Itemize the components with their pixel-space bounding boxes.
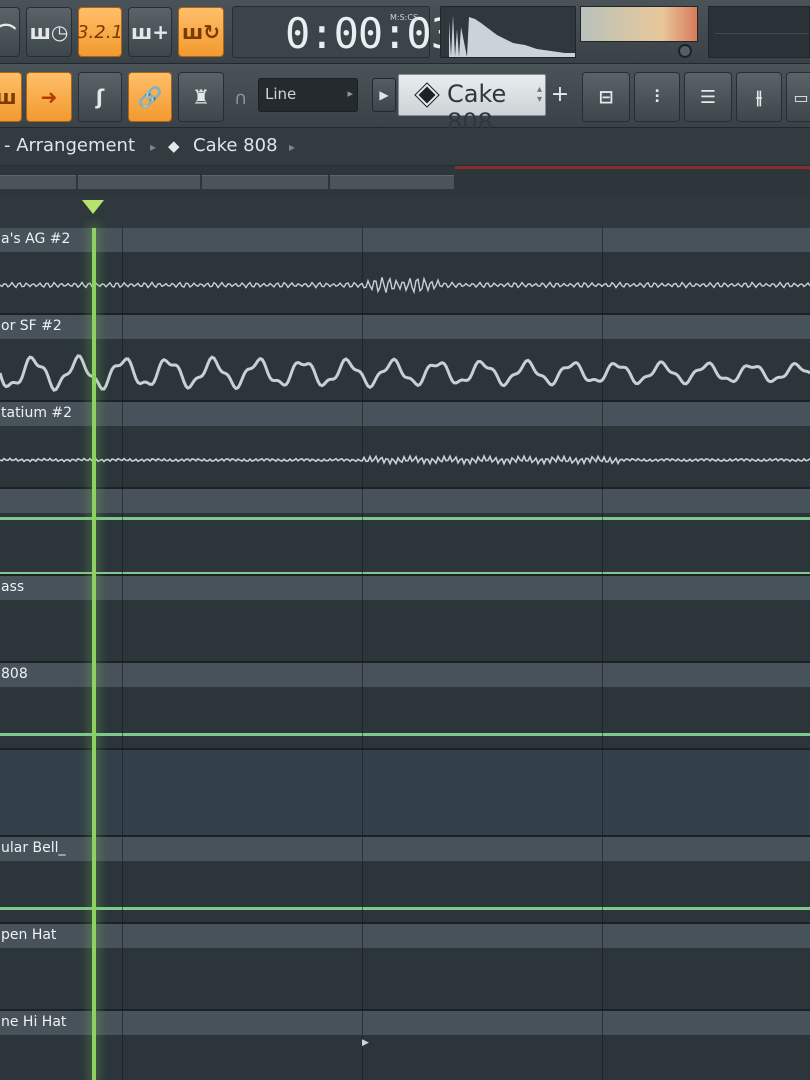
link-button[interactable]: 🔗 bbox=[128, 72, 172, 122]
audio-waveform[interactable] bbox=[0, 343, 810, 403]
step-edit-button[interactable]: ш+ bbox=[128, 7, 172, 57]
draw-icon: ш bbox=[0, 85, 17, 109]
plus-icon: + bbox=[550, 82, 570, 107]
piano-roll-icon: ⫶ bbox=[654, 86, 660, 108]
countdown-button[interactable]: 3.2.1 bbox=[77, 7, 123, 57]
main-toolbar: ⌒ ш◷ 3.2.1 ш+ ш↻ 0:00:03 M:S:CS bbox=[0, 0, 810, 64]
oscilloscope-display bbox=[440, 6, 576, 58]
metronome-button[interactable]: ⌒ bbox=[0, 7, 20, 57]
breadcrumb: - Arrangement ▸ ◆ Cake 808 ▸ bbox=[0, 128, 810, 166]
magnet-icon[interactable]: ∩ bbox=[234, 88, 252, 109]
mixer-icon: ⫲ bbox=[756, 86, 762, 108]
playhead-line[interactable] bbox=[92, 228, 96, 1080]
audio-waveform[interactable] bbox=[0, 450, 810, 470]
song-time-display[interactable]: 0:00:03 M:S:CS bbox=[232, 6, 456, 58]
play-small-icon: ▶ bbox=[379, 88, 389, 102]
play-arrow-button[interactable]: ➜ bbox=[26, 72, 72, 122]
add-pattern-button[interactable]: + bbox=[548, 76, 572, 116]
track-name: or SF #2 bbox=[1, 318, 62, 334]
track-name: ass bbox=[1, 579, 25, 595]
stamp-icon: ♜ bbox=[192, 85, 210, 109]
snap-dropdown[interactable]: Line ▸ bbox=[258, 78, 358, 112]
playhead-marker-icon[interactable] bbox=[82, 200, 104, 214]
snap-value: Line bbox=[265, 85, 297, 103]
piano-roll-button[interactable]: ⫶ bbox=[634, 72, 680, 122]
channel-rack-icon: ☰ bbox=[699, 86, 717, 108]
breadcrumb-pattern[interactable]: Cake 808 bbox=[193, 135, 278, 156]
time-value: 0:00:03 bbox=[285, 9, 456, 58]
stamp-tool-button[interactable]: ♜ bbox=[178, 72, 224, 122]
playlist-icon: ⊟ bbox=[598, 86, 614, 108]
caret-right-icon: ▸ bbox=[347, 87, 353, 100]
pitch-knob[interactable] bbox=[678, 44, 692, 58]
wait-for-input-button[interactable]: ш◷ bbox=[26, 7, 72, 57]
track-name: pen Hat bbox=[1, 927, 57, 943]
timeline-ruler[interactable] bbox=[0, 196, 810, 228]
track-name: tatium #2 bbox=[1, 405, 73, 421]
playlist-button[interactable]: ⊟ bbox=[582, 72, 630, 122]
channel-rack-button[interactable]: ☰ bbox=[684, 72, 732, 122]
track-name: ular Bell_ bbox=[1, 840, 66, 856]
audio-waveform[interactable] bbox=[0, 270, 810, 300]
arrow-right-icon: ➜ bbox=[40, 85, 58, 109]
updown-icon: ▴ ▾ bbox=[536, 84, 542, 105]
chevron-right-icon: ▸ bbox=[150, 140, 157, 154]
oscilloscope-icon bbox=[449, 15, 575, 57]
breadcrumb-arrangement[interactable]: - Arrangement bbox=[4, 135, 135, 156]
loop-record-icon: ш↻ bbox=[182, 20, 220, 44]
countdown-label: 3.2.1 bbox=[77, 21, 123, 43]
chevron-right-icon: ▸ bbox=[289, 140, 296, 154]
draw-tool-button[interactable]: ш bbox=[0, 72, 22, 122]
track-name: 808 bbox=[1, 666, 28, 682]
time-format-label: M:S:CS bbox=[390, 13, 419, 22]
metronome-icon: ⌒ bbox=[0, 21, 16, 46]
browser-icon: ▭ bbox=[793, 87, 809, 107]
pattern-nav-button[interactable]: ▶ bbox=[372, 78, 396, 112]
song-overview-strip[interactable] bbox=[0, 166, 810, 196]
link-icon: 🔗 bbox=[137, 85, 163, 109]
track-name: ne Hi Hat bbox=[1, 1014, 67, 1030]
paint-tool-button[interactable]: ʃ bbox=[78, 72, 122, 122]
wait-icon: ш◷ bbox=[29, 20, 69, 44]
cpu-memory-panel bbox=[708, 6, 810, 58]
loop-record-button[interactable]: ш↻ bbox=[178, 7, 224, 57]
pattern-selector[interactable]: Cake 808 ▴ ▾ bbox=[398, 74, 546, 136]
breadcrumb-diamond-icon: ◆ bbox=[168, 137, 180, 155]
paint-icon: ʃ bbox=[95, 85, 105, 109]
pattern-diamond-icon bbox=[414, 82, 440, 108]
track-name: a's AG #2 bbox=[1, 231, 71, 247]
play-small-icon: ▶ bbox=[362, 1038, 369, 1048]
master-volume-meter[interactable] bbox=[580, 6, 698, 42]
browser-button[interactable]: ▭ bbox=[786, 72, 810, 122]
step-edit-icon: ш+ bbox=[131, 20, 169, 44]
mixer-button[interactable]: ⫲ bbox=[736, 72, 782, 122]
